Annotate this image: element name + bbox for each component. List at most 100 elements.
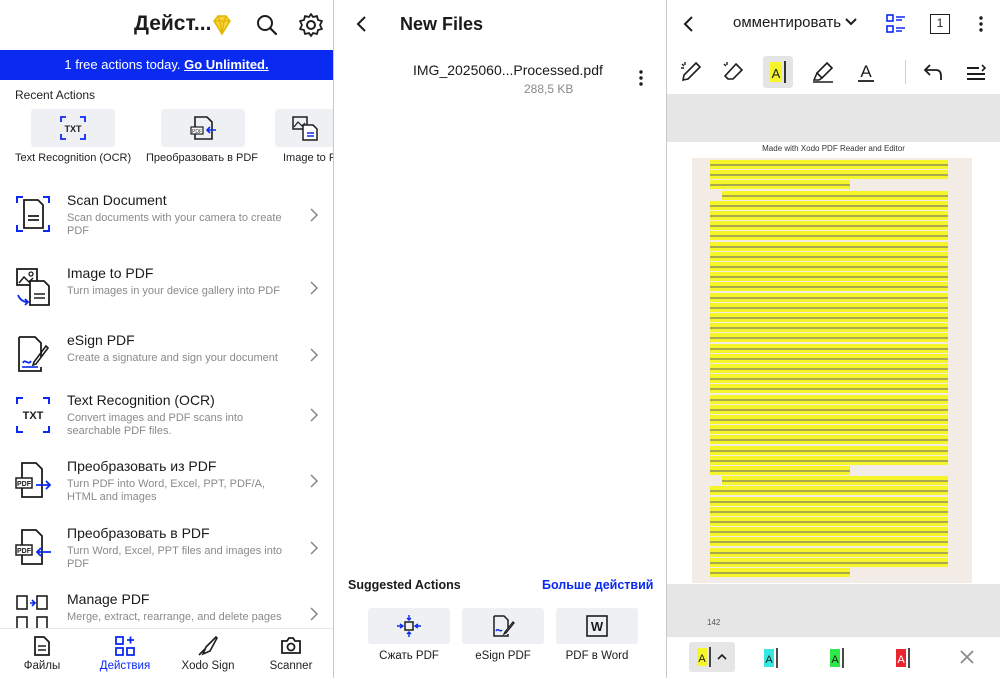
back-arrow-icon[interactable] [352, 14, 372, 34]
svg-text:TXT: TXT [65, 124, 83, 134]
text-line [710, 368, 948, 370]
gear-icon[interactable] [298, 12, 324, 38]
action-image-to-pdf[interactable]: Image to PDF Turn images in your device … [0, 265, 333, 331]
action-convert-to-pdf[interactable]: PDF Преобразовать в PDF Turn Word, Excel… [0, 525, 333, 591]
action-description: Convert images and PDF scans into search… [67, 412, 244, 437]
action-convert-from-pdf[interactable]: PDF Преобразовать из PDF Turn PDF into W… [0, 458, 333, 524]
recent-convert-card[interactable]: PDF [161, 109, 245, 147]
highlight-yellow-icon: A [697, 647, 727, 667]
word-icon: W [586, 615, 608, 637]
text-line [710, 500, 948, 503]
nav-files[interactable]: Файлы [2, 629, 82, 678]
highlight-red-icon[interactable]: A [892, 645, 916, 671]
text-line [710, 174, 948, 177]
action-scan-document[interactable]: Scan Document Scan documents with your c… [0, 192, 333, 258]
action-text-recognition[interactable]: TXT Text Recognition (OCR) Convert image… [0, 392, 333, 458]
convert-from-pdf-icon: PDF [15, 462, 52, 498]
diamond-icon[interactable] [209, 12, 235, 38]
app-header: Дейст... [0, 0, 333, 50]
compress-icon [397, 615, 421, 637]
page-title: Дейст... [134, 12, 212, 35]
watermark-text: Made with Xodo PDF Reader and Editor [762, 144, 905, 153]
action-description: Turn images in your device gallery into … [67, 285, 280, 297]
toolbar-settings-icon[interactable] [963, 60, 989, 84]
text-line [710, 561, 948, 564]
svg-text:A: A [831, 654, 839, 666]
chevron-right-icon [310, 348, 319, 362]
text-highlight-icon: A [770, 61, 786, 83]
banner-text: 1 free actions today. [64, 57, 181, 72]
actions-icon [115, 636, 135, 656]
more-vertical-icon[interactable] [974, 14, 988, 34]
highlight-cyan-icon[interactable]: A [760, 645, 784, 671]
pdf-page: Made with Xodo PDF Reader and Editor 142 [667, 142, 1000, 627]
close-icon[interactable] [959, 649, 975, 665]
text-underline-icon[interactable]: A [854, 60, 878, 84]
page-count-badge[interactable]: 1 [930, 14, 950, 34]
text-line [710, 204, 948, 207]
more-actions-link[interactable]: Больше действий [542, 578, 653, 592]
ocr-icon: TXT [60, 116, 86, 140]
active-color-selector[interactable]: A [689, 642, 735, 672]
nav-xodo-sign[interactable]: Xodo Sign [168, 629, 248, 678]
highlight-tool-active[interactable]: A [763, 56, 793, 88]
back-arrow-icon[interactable] [679, 14, 699, 34]
convert-to-pdf-icon: PDF [190, 116, 216, 140]
recent-image-card[interactable] [275, 109, 333, 147]
pen-nib-icon [198, 635, 218, 656]
text-line [710, 378, 948, 381]
manage-pdf-icon [16, 595, 48, 631]
chevron-right-icon [310, 281, 319, 295]
undo-icon[interactable] [921, 60, 945, 84]
text-line [710, 408, 948, 411]
text-line [710, 317, 948, 319]
text-line [722, 480, 948, 483]
recent-convert-label: Преобразовать в PDF [146, 152, 259, 164]
camera-icon [281, 637, 301, 654]
highlight-green-icon[interactable]: A [826, 645, 850, 671]
recent-ocr-card[interactable]: TXT [31, 109, 115, 147]
svg-text:A: A [772, 66, 781, 81]
action-title: Image to PDF [67, 265, 154, 281]
compress-pdf-card[interactable] [368, 608, 450, 644]
text-line [710, 245, 948, 248]
document-canvas[interactable]: Made with Xodo PDF Reader and Editor 142 [667, 94, 1000, 636]
action-esign-pdf[interactable]: eSign PDF Create a signature and sign yo… [0, 332, 333, 398]
text-line [710, 551, 948, 554]
outline-list-icon[interactable] [885, 13, 907, 35]
action-description: Create a signature and sign your documen… [67, 352, 278, 364]
nav-actions[interactable]: Действия [85, 629, 165, 678]
nav-scanner[interactable]: Scanner [251, 629, 331, 678]
text-line [710, 531, 948, 534]
text-line [710, 184, 850, 187]
svg-text:A: A [698, 653, 706, 665]
actions-screen: Дейст... 1 free actions today. Go Unlimi… [0, 0, 333, 678]
text-line [710, 337, 948, 340]
pdf-to-word-card[interactable]: W [556, 608, 638, 644]
esign-icon [18, 336, 50, 372]
text-line [710, 266, 948, 268]
chevron-down-icon [845, 18, 857, 26]
text-line [710, 357, 948, 360]
more-vertical-icon[interactable] [634, 68, 648, 88]
esign-pdf-card[interactable] [462, 608, 544, 644]
chevron-right-icon [310, 408, 319, 422]
svg-text:TXT: TXT [23, 410, 44, 422]
search-icon[interactable] [254, 12, 280, 38]
smart-pen-icon[interactable] [679, 60, 703, 84]
mode-selector[interactable]: омментировать [733, 14, 857, 31]
recent-actions-label: Recent Actions [15, 88, 96, 102]
esign-pdf-label: eSign PDF [475, 650, 531, 662]
viewer-header: омментировать 1 [667, 0, 1000, 50]
go-unlimited-link[interactable]: Go Unlimited. [184, 57, 269, 72]
image-to-pdf-icon [16, 268, 50, 306]
eraser-icon[interactable] [722, 60, 746, 84]
pdf-to-word-label: PDF в Word [565, 650, 629, 662]
action-description: Turn PDF into Word, Excel, PPT, PDF/A, H… [67, 478, 266, 503]
text-line [710, 276, 948, 279]
svg-text:PDF: PDF [17, 548, 32, 555]
svg-text:A: A [897, 654, 905, 666]
nav-label: Scanner [269, 660, 313, 672]
highlighter-pen-icon[interactable] [811, 60, 835, 84]
nav-label: Xodo Sign [181, 660, 235, 672]
